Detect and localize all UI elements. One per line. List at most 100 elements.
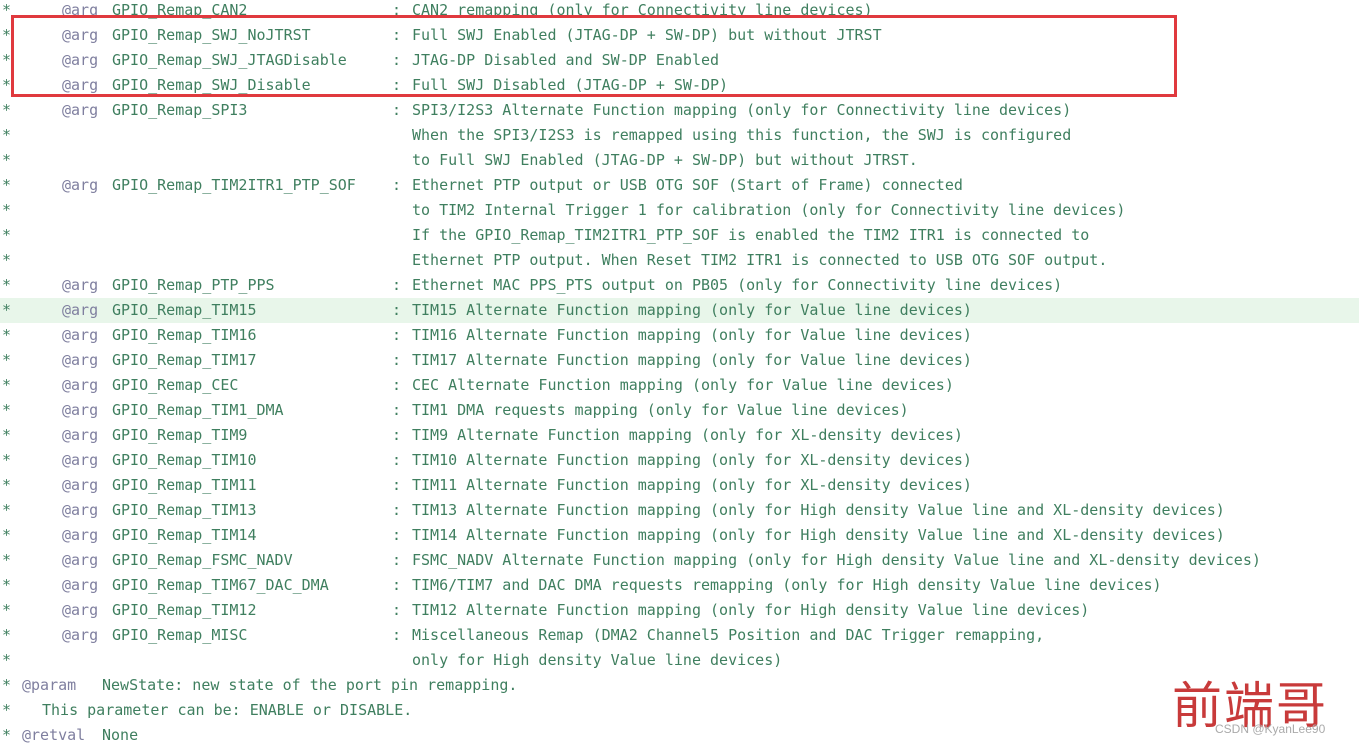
description-continuation: to TIM2 Internal Trigger 1 for calibrati… [412, 201, 1126, 219]
comment-marker: * [2, 526, 12, 544]
code-line[interactable]: * @arg GPIO_Remap_SWJ_JTAGDisable: JTAG-DP … [0, 48, 1359, 73]
code-line[interactable]: * @arg GPIO_Remap_TIM17: TIM17 Alternate Fu… [0, 348, 1359, 373]
arg-description: TIM6/TIM7 and DAC DMA requests remapping… [412, 576, 1162, 594]
comment-marker: * [2, 701, 12, 719]
arg-tag: @arg [62, 476, 99, 494]
arg-name: GPIO_Remap_CEC [112, 376, 239, 394]
comment-marker: * [2, 476, 12, 494]
code-line[interactable]: * @arg GPIO_Remap_SPI3: SPI3/I2S3 Alternate… [0, 98, 1359, 123]
arg-name: GPIO_Remap_CAN2 [112, 1, 248, 19]
code-line[interactable]: * When the SPI3/I2S3 is remapped using th… [0, 123, 1359, 148]
arg-tag: @arg [62, 501, 99, 519]
arg-name: GPIO_Remap_TIM10 [112, 451, 257, 469]
code-line[interactable]: * @retval None [0, 723, 1359, 748]
code-line[interactable]: * @arg GPIO_Remap_FSMC_NADV: FSMC_NADV Alte… [0, 548, 1359, 573]
arg-colon: : [392, 526, 402, 544]
comment-marker: * [2, 1, 12, 19]
arg-description: TIM10 Alternate Function mapping (only f… [412, 451, 972, 469]
comment-marker: * [2, 276, 12, 294]
arg-name: GPIO_Remap_SWJ_NoJTRST [112, 26, 311, 44]
arg-colon: : [392, 276, 402, 294]
comment-marker: * [2, 451, 12, 469]
arg-description: Miscellaneous Remap (DMA2 Channel5 Posit… [412, 626, 1045, 644]
comment-marker: * [2, 101, 12, 119]
arg-description: JTAG-DP Disabled and SW-DP Enabled [412, 51, 720, 69]
arg-colon: : [392, 626, 402, 644]
code-line[interactable]: * @arg GPIO_Remap_PTP_PPS: Ethernet MAC PPS… [0, 273, 1359, 298]
arg-colon: : [392, 601, 402, 619]
code-line[interactable]: * Ethernet PTP output. When Reset TIM2 IT… [0, 248, 1359, 273]
arg-name: GPIO_Remap_SPI3 [112, 101, 248, 119]
comment-marker: * [2, 251, 12, 269]
arg-colon: : [392, 51, 402, 69]
arg-tag: @arg [62, 551, 99, 569]
arg-name: GPIO_Remap_TIM11 [112, 476, 257, 494]
arg-colon: : [392, 301, 402, 319]
arg-tag: @arg [62, 451, 99, 469]
code-line[interactable]: * @arg GPIO_Remap_TIM67_DAC_DMA: TIM6/TIM7 … [0, 573, 1359, 598]
code-line[interactable]: * @arg GPIO_Remap_CEC: CEC Alternate Functi… [0, 373, 1359, 398]
code-editor[interactable]: * @arg GPIO_Remap_CAN2: CAN2 remapping (onl… [0, 0, 1359, 747]
arg-description: TIM17 Alternate Function mapping (only f… [412, 351, 972, 369]
comment-marker: * [2, 501, 12, 519]
arg-colon: : [392, 426, 402, 444]
arg-description: FSMC_NADV Alternate Function mapping (on… [412, 551, 1261, 569]
arg-description: TIM13 Alternate Function mapping (only f… [412, 501, 1225, 519]
code-line[interactable]: * @arg GPIO_Remap_TIM13: TIM13 Alternate Fu… [0, 498, 1359, 523]
code-line[interactable]: * @arg GPIO_Remap_SWJ_Disable: Full SWJ Dis… [0, 73, 1359, 98]
description-continuation: only for High density Value line devices… [412, 651, 783, 669]
arg-description: TIM12 Alternate Function mapping (only f… [412, 601, 1090, 619]
arg-name: GPIO_Remap_TIM67_DAC_DMA [112, 576, 329, 594]
code-line[interactable]: * @arg GPIO_Remap_CAN2: CAN2 remapping (onl… [0, 0, 1359, 23]
comment-marker: * [2, 51, 12, 69]
arg-name: GPIO_Remap_TIM14 [112, 526, 257, 544]
param-tag: @param [22, 676, 77, 694]
arg-tag: @arg [62, 301, 99, 319]
arg-colon: : [392, 451, 402, 469]
arg-description: Full SWJ Disabled (JTAG-DP + SW-DP) [412, 76, 729, 94]
comment-marker: * [2, 326, 12, 344]
arg-tag: @arg [62, 51, 99, 69]
code-line[interactable]: * @param NewState: new state of the port p… [0, 673, 1359, 698]
arg-description: TIM14 Alternate Function mapping (only f… [412, 526, 1225, 544]
code-line[interactable]: * to Full SWJ Enabled (JTAG-DP + SW-DP) b… [0, 148, 1359, 173]
code-line[interactable]: * @arg GPIO_Remap_MISC: Miscellaneous Remap… [0, 623, 1359, 648]
description-continuation: Ethernet PTP output. When Reset TIM2 ITR… [412, 251, 1108, 269]
code-line[interactable]: * @arg GPIO_Remap_TIM11: TIM11 Alternate Fu… [0, 473, 1359, 498]
code-line[interactable]: * only for High density Value line device… [0, 648, 1359, 673]
arg-colon: : [392, 501, 402, 519]
description-continuation: When the SPI3/I2S3 is remapped using thi… [412, 126, 1072, 144]
arg-description: SPI3/I2S3 Alternate Function mapping (on… [412, 101, 1072, 119]
code-line[interactable]: * @arg GPIO_Remap_TIM16: TIM16 Alternate Fu… [0, 323, 1359, 348]
code-line[interactable]: * @arg GPIO_Remap_TIM14: TIM14 Alternate Fu… [0, 523, 1359, 548]
arg-tag: @arg [62, 426, 99, 444]
code-line[interactable]: * @arg GPIO_Remap_SWJ_NoJTRST: Full SWJ Ena… [0, 23, 1359, 48]
code-line[interactable]: * @arg GPIO_Remap_TIM15: TIM15 Alternate Fu… [0, 298, 1359, 323]
arg-name: GPIO_Remap_TIM1_DMA [112, 401, 284, 419]
arg-tag: @arg [62, 401, 99, 419]
arg-colon: : [392, 176, 402, 194]
code-line[interactable]: * @arg GPIO_Remap_TIM1_DMA: TIM1 DMA reques… [0, 398, 1359, 423]
code-line[interactable]: * @arg GPIO_Remap_TIM9: TIM9 Alternate Func… [0, 423, 1359, 448]
arg-description: Ethernet PTP output or USB OTG SOF (Star… [412, 176, 963, 194]
description-continuation: to Full SWJ Enabled (JTAG-DP + SW-DP) bu… [412, 151, 918, 169]
comment-marker: * [2, 351, 12, 369]
code-line[interactable]: * @arg GPIO_Remap_TIM12: TIM12 Alternate Fu… [0, 598, 1359, 623]
code-line[interactable]: * If the GPIO_Remap_TIM2ITR1_PTP_SOF is e… [0, 223, 1359, 248]
csdn-watermark: CSDN @KyanLee90 [1215, 722, 1326, 736]
comment-marker: * [2, 201, 12, 219]
comment-marker: * [2, 626, 12, 644]
code-line[interactable]: * to TIM2 Internal Trigger 1 for calibrat… [0, 198, 1359, 223]
comment-marker: * [2, 551, 12, 569]
arg-tag: @arg [62, 326, 99, 344]
arg-description: CEC Alternate Function mapping (only for… [412, 376, 954, 394]
retval-tag: @retval [22, 726, 86, 744]
comment-marker: * [2, 126, 12, 144]
arg-colon: : [392, 1, 402, 19]
code-line[interactable]: * This parameter can be: ENABLE or DISABL… [0, 698, 1359, 723]
arg-description: TIM15 Alternate Function mapping (only f… [412, 301, 972, 319]
param-detail: This parameter can be: ENABLE or DISABLE… [42, 701, 413, 719]
code-line[interactable]: * @arg GPIO_Remap_TIM2ITR1_PTP_SOF: Etherne… [0, 173, 1359, 198]
code-line[interactable]: * @arg GPIO_Remap_TIM10: TIM10 Alternate Fu… [0, 448, 1359, 473]
arg-name: GPIO_Remap_TIM13 [112, 501, 257, 519]
